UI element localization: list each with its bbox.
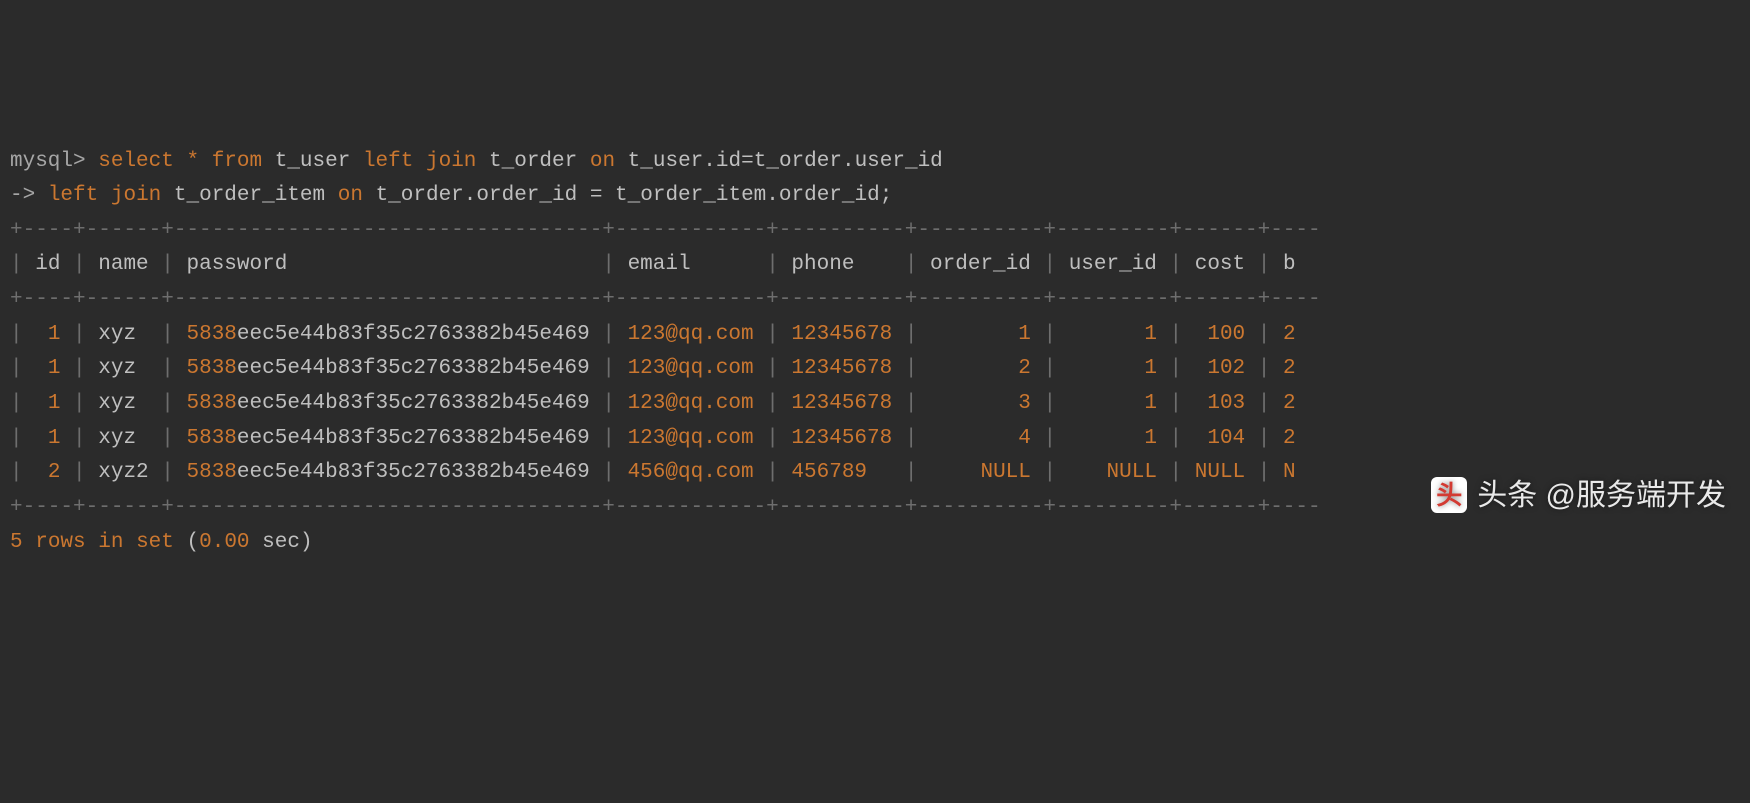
table-row: | 1 | xyz | 5838eec5e44b83f35c2763382b45… (10, 352, 1740, 387)
query-line-1: mysql> select * from t_user left join t_… (10, 145, 1740, 180)
result-summary: 5 rows in set (0.00 sec) (10, 526, 1740, 561)
watermark-text: 头条 @服务端开发 (1477, 471, 1726, 521)
watermark: 头 头条 @服务端开发 (1431, 471, 1726, 521)
table-border: +----+------+---------------------------… (10, 214, 1740, 249)
watermark-icon: 头 (1431, 477, 1467, 513)
table-row: | 1 | xyz | 5838eec5e44b83f35c2763382b45… (10, 387, 1740, 422)
table-header: | id | name | password | email | phone |… (10, 248, 1740, 283)
table-border: +----+------+---------------------------… (10, 283, 1740, 318)
query-line-2: -> left join t_order_item on t_order.ord… (10, 179, 1740, 214)
table-row: | 1 | xyz | 5838eec5e44b83f35c2763382b45… (10, 422, 1740, 457)
table-row: | 1 | xyz | 5838eec5e44b83f35c2763382b45… (10, 318, 1740, 353)
